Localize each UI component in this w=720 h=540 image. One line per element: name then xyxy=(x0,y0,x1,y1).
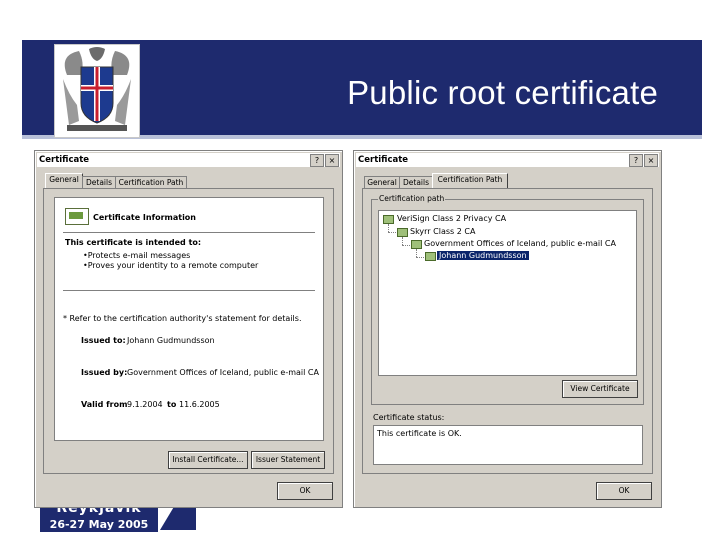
install-certificate-button[interactable]: Install Certificate... xyxy=(168,451,248,469)
certification-path-pane: Certification path VeriSign Class 2 Priv… xyxy=(362,188,653,474)
cps-note: * Refer to the certification authority's… xyxy=(63,314,302,323)
close-button[interactable]: × xyxy=(644,154,658,167)
issued-to-label: Issued to: xyxy=(81,336,126,345)
dialog-title: Certificate xyxy=(39,155,90,165)
tree-node-selected-user[interactable]: Johann Gudmundsson xyxy=(437,251,529,260)
general-pane: Certificate Information This certificate… xyxy=(43,188,334,474)
issuer-statement-button[interactable]: Issuer Statement xyxy=(251,451,325,469)
tab-certification-path[interactable]: Certification Path xyxy=(432,173,508,189)
tree-connector xyxy=(416,249,417,257)
valid-to-value: 11.6.2005 xyxy=(179,400,220,409)
tree-node-root[interactable]: VeriSign Class 2 Privacy CA xyxy=(397,214,506,223)
intended-header: This certificate is intended to: xyxy=(65,238,202,247)
close-button[interactable]: × xyxy=(325,154,339,167)
slide-title: Public root certificate xyxy=(347,74,658,111)
valid-to-label: to xyxy=(167,400,177,409)
info-header: Certificate Information xyxy=(93,213,196,222)
purpose-item: •Protects e-mail messages xyxy=(83,251,191,260)
certification-path-label: Certification path xyxy=(378,194,446,203)
certificate-status-box: This certificate is OK. xyxy=(373,425,643,465)
certificate-icon xyxy=(425,252,436,261)
issued-by-value: Government Offices of Iceland, public e-… xyxy=(127,368,319,377)
tree-connector xyxy=(388,224,389,232)
event-logo-dates: 26-27 May 2005 xyxy=(40,517,158,532)
ok-button[interactable]: OK xyxy=(596,482,652,500)
certificate-icon xyxy=(411,240,422,249)
certificate-icon xyxy=(65,208,89,225)
tree-connector xyxy=(402,237,403,245)
view-certificate-button[interactable]: View Certificate xyxy=(562,380,638,398)
certificate-status-label: Certificate status: xyxy=(373,413,445,422)
valid-from-value: 9.1.2004 xyxy=(127,400,163,409)
tree-connector xyxy=(402,245,410,246)
divider xyxy=(63,232,315,233)
tab-general[interactable]: General xyxy=(45,173,83,189)
certification-path-tree[interactable]: VeriSign Class 2 Privacy CA Skyrr Class … xyxy=(378,210,637,376)
valid-from-label: Valid from xyxy=(81,400,128,409)
divider xyxy=(63,290,315,291)
certificate-dialog-general: Certificate ? × General Details Certific… xyxy=(34,150,343,508)
tree-node-issuing-ca[interactable]: Government Offices of Iceland, public e-… xyxy=(424,239,616,248)
help-button[interactable]: ? xyxy=(629,154,643,167)
help-button[interactable]: ? xyxy=(310,154,324,167)
certificate-dialog-path: Certificate ? × General Details Certific… xyxy=(353,150,662,508)
certificate-icon xyxy=(397,228,408,237)
tree-connector xyxy=(388,232,396,233)
certificate-status-value: This certificate is OK. xyxy=(377,429,462,438)
titlebar: Certificate ? × xyxy=(356,153,659,167)
dialog-title: Certificate xyxy=(358,155,409,165)
iceland-coat-of-arms-logo xyxy=(54,44,140,138)
certificate-icon xyxy=(383,215,394,224)
titlebar: Certificate ? × xyxy=(37,153,340,167)
certification-path-group: Certification path VeriSign Class 2 Priv… xyxy=(371,194,644,405)
tree-connector xyxy=(416,257,424,258)
tree-node-intermediate[interactable]: Skyrr Class 2 CA xyxy=(410,227,475,236)
issued-by-label: Issued by: xyxy=(81,368,128,377)
certificate-info-box: Certificate Information This certificate… xyxy=(54,197,324,441)
ok-button[interactable]: OK xyxy=(277,482,333,500)
issued-to-value: Johann Gudmundsson xyxy=(127,336,215,345)
purpose-item: •Proves your identity to a remote comput… xyxy=(83,261,259,270)
